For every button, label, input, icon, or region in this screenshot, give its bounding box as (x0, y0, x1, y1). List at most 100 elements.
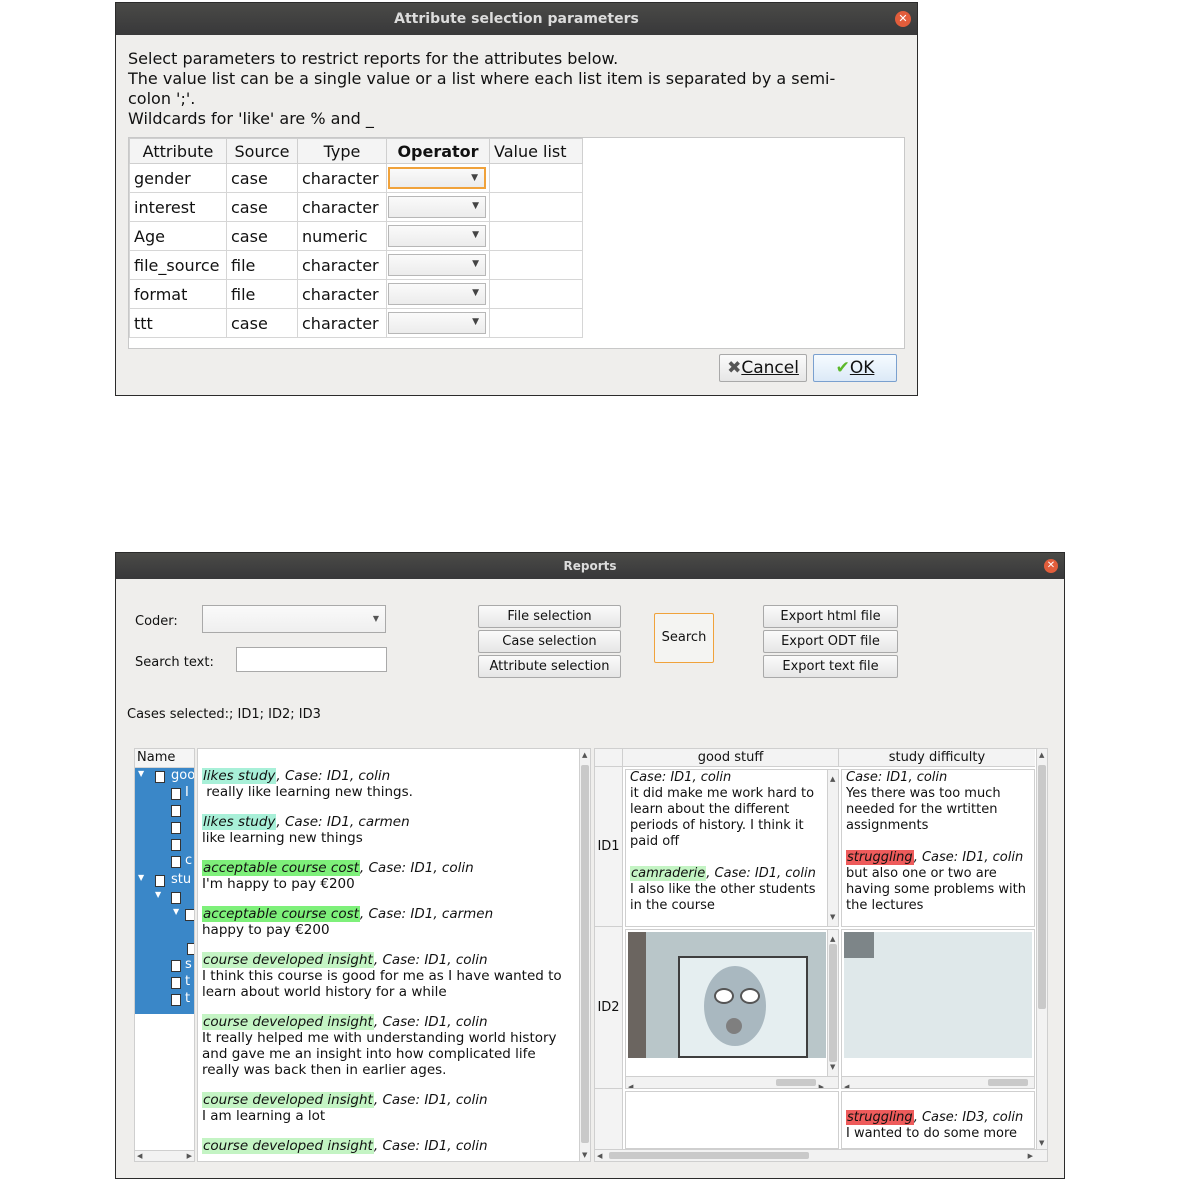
tree-item-category[interactable]: ▼ stu (135, 872, 191, 889)
matrix-cell[interactable]: ◀ (841, 929, 1035, 1089)
tree-item-code[interactable]: t (135, 991, 191, 1008)
matrix-cell[interactable]: struggling, Case: ID3, colin I wanted to… (841, 1091, 1035, 1149)
tree-item-category[interactable]: ▼ goo (135, 768, 194, 785)
results-vertical-scrollbar[interactable]: ▲ ▼ (579, 749, 590, 1161)
matrix-row-header[interactable]: ID1 (595, 767, 623, 927)
close-icon[interactable]: ✕ (1044, 559, 1058, 573)
cancel-button[interactable]: ✖Cancel (719, 354, 807, 382)
table-row[interactable]: Age case numeric ▼ (129, 221, 583, 251)
search-button[interactable]: Search (654, 613, 714, 663)
tree-item-code[interactable] (135, 941, 194, 957)
tree-item-code[interactable] (135, 820, 191, 836)
case-meta: Case: ID1, colin (630, 770, 732, 785)
tree-header[interactable]: Name (135, 749, 194, 768)
table-row[interactable]: interest case character ▼ (129, 192, 583, 222)
tree-item-code[interactable]: c (135, 853, 192, 870)
scroll-right-icon[interactable]: ▶ (819, 1079, 824, 1088)
table-row[interactable]: ttt case character ▼ (129, 308, 583, 338)
operator-dropdown[interactable]: ▼ (388, 254, 486, 276)
scroll-left-icon[interactable]: ◀ (597, 1152, 602, 1160)
expand-icon[interactable]: ▼ (173, 907, 179, 916)
operator-dropdown[interactable]: ▼ (388, 167, 486, 189)
export-html-button[interactable]: Export html file (763, 605, 898, 628)
scroll-thumb[interactable] (609, 1152, 809, 1159)
matrix-row-header[interactable] (595, 1089, 623, 1149)
column-header-operator[interactable]: Operator (386, 138, 490, 164)
value-list-cell[interactable] (489, 250, 583, 280)
case-selection-button[interactable]: Case selection (478, 630, 621, 653)
matrix-cell[interactable] (625, 1091, 839, 1149)
column-header-source[interactable]: Source (226, 138, 298, 164)
result-entry: course developed insight, Case: ID1, col… (202, 1014, 574, 1078)
matrix-cell[interactable]: Case: ID1, colin it did make me work har… (625, 769, 839, 927)
expand-icon[interactable]: ▼ (138, 873, 144, 882)
scroll-thumb[interactable] (829, 944, 837, 1062)
export-odt-button[interactable]: Export ODT file (763, 630, 898, 653)
operator-dropdown[interactable]: ▼ (388, 196, 486, 218)
column-header-value-list[interactable]: Value list (489, 138, 583, 164)
export-text-button[interactable]: Export text file (763, 655, 898, 678)
tree-item-code[interactable]: s (135, 957, 192, 974)
matrix-vertical-scrollbar[interactable]: ▲ ▼ (1036, 749, 1047, 1149)
value-list-cell[interactable] (489, 163, 583, 193)
attribute-selection-button[interactable]: Attribute selection (478, 655, 621, 678)
scroll-thumb[interactable] (776, 1079, 816, 1086)
expand-icon[interactable]: ▼ (138, 769, 144, 778)
expand-icon[interactable]: ▼ (155, 890, 161, 899)
scroll-down-icon[interactable]: ▼ (1039, 1139, 1044, 1147)
case-meta: , Case: ID1, colin (706, 866, 816, 881)
scroll-down-icon[interactable]: ▼ (830, 909, 835, 925)
chevron-down-icon: ▼ (471, 173, 478, 183)
scroll-up-icon[interactable]: ▲ (582, 751, 587, 759)
value-list-cell[interactable] (489, 279, 583, 309)
coder-dropdown[interactable]: ▼ (202, 605, 386, 633)
tree-item-code[interactable] (135, 837, 191, 853)
value-list-cell[interactable] (489, 221, 583, 251)
tree-item-code[interactable] (135, 803, 191, 819)
scroll-right-icon[interactable]: ▶ (187, 1152, 192, 1160)
cell-vertical-scrollbar[interactable]: ▲ ▼ (827, 930, 838, 1076)
table-row[interactable]: file_source file character ▼ (129, 250, 583, 280)
results-text[interactable]: likes study, Case: ID1, colin really lik… (202, 768, 574, 1161)
tree-item-subcategory[interactable]: ▼ (135, 890, 191, 906)
scroll-left-icon[interactable]: ◀ (137, 1152, 142, 1160)
column-header-type[interactable]: Type (297, 138, 387, 164)
cell-horizontal-scrollbar[interactable]: ◀ ▶ (626, 1076, 838, 1088)
value-list-cell[interactable] (489, 192, 583, 222)
close-icon[interactable]: ✕ (895, 11, 911, 27)
scroll-left-icon[interactable]: ◀ (628, 1079, 633, 1088)
scroll-thumb[interactable] (1038, 765, 1046, 1009)
matrix-column-header[interactable]: good stuff (623, 749, 839, 767)
scroll-up-icon[interactable]: ▲ (830, 771, 835, 787)
matrix-column-header[interactable]: study difficulty (839, 749, 1035, 767)
scroll-up-icon[interactable]: ▲ (1039, 751, 1044, 759)
tree-item-code[interactable]: t (135, 974, 191, 991)
scroll-down-icon[interactable]: ▼ (582, 1151, 587, 1159)
cell-horizontal-scrollbar[interactable]: ◀ (842, 1076, 1034, 1088)
tree-item-subcategory[interactable]: ▼ (135, 907, 194, 923)
scroll-left-icon[interactable]: ◀ (844, 1079, 849, 1088)
value-list-cell[interactable] (489, 308, 583, 338)
table-row[interactable]: format file character ▼ (129, 279, 583, 309)
search-text-input[interactable] (236, 647, 387, 672)
scroll-thumb[interactable] (581, 765, 589, 1143)
tree-horizontal-scrollbar[interactable]: ◀ ▶ (135, 1150, 194, 1161)
operator-dropdown[interactable]: ▼ (388, 312, 486, 334)
matrix-row-header[interactable]: ID2 (595, 927, 623, 1089)
matrix-cell[interactable]: Case: ID1, colin Yes there was too much … (841, 769, 1035, 927)
scroll-down-icon[interactable]: ▼ (830, 1059, 835, 1075)
tree-item-code[interactable]: I (135, 785, 191, 802)
file-selection-button[interactable]: File selection (478, 605, 621, 628)
table-row[interactable]: gender case character ▼ (129, 163, 583, 193)
ok-button[interactable]: ✔OK (813, 354, 897, 382)
scroll-right-icon[interactable]: ▶ (1028, 1152, 1033, 1160)
operator-dropdown[interactable]: ▼ (388, 225, 486, 247)
matrix-horizontal-scrollbar[interactable]: ◀ ▶ (595, 1149, 1047, 1161)
coded-text: really like learning new things. (202, 784, 413, 800)
scroll-thumb[interactable] (988, 1079, 1028, 1086)
cancel-icon: ✖ (727, 358, 742, 378)
cell-vertical-scrollbar[interactable]: ▲ ▼ (827, 770, 838, 926)
matrix-cell[interactable]: ▲ ▼ ◀ ▶ (625, 929, 839, 1089)
operator-dropdown[interactable]: ▼ (388, 283, 486, 305)
column-header-attribute[interactable]: Attribute (129, 138, 227, 164)
